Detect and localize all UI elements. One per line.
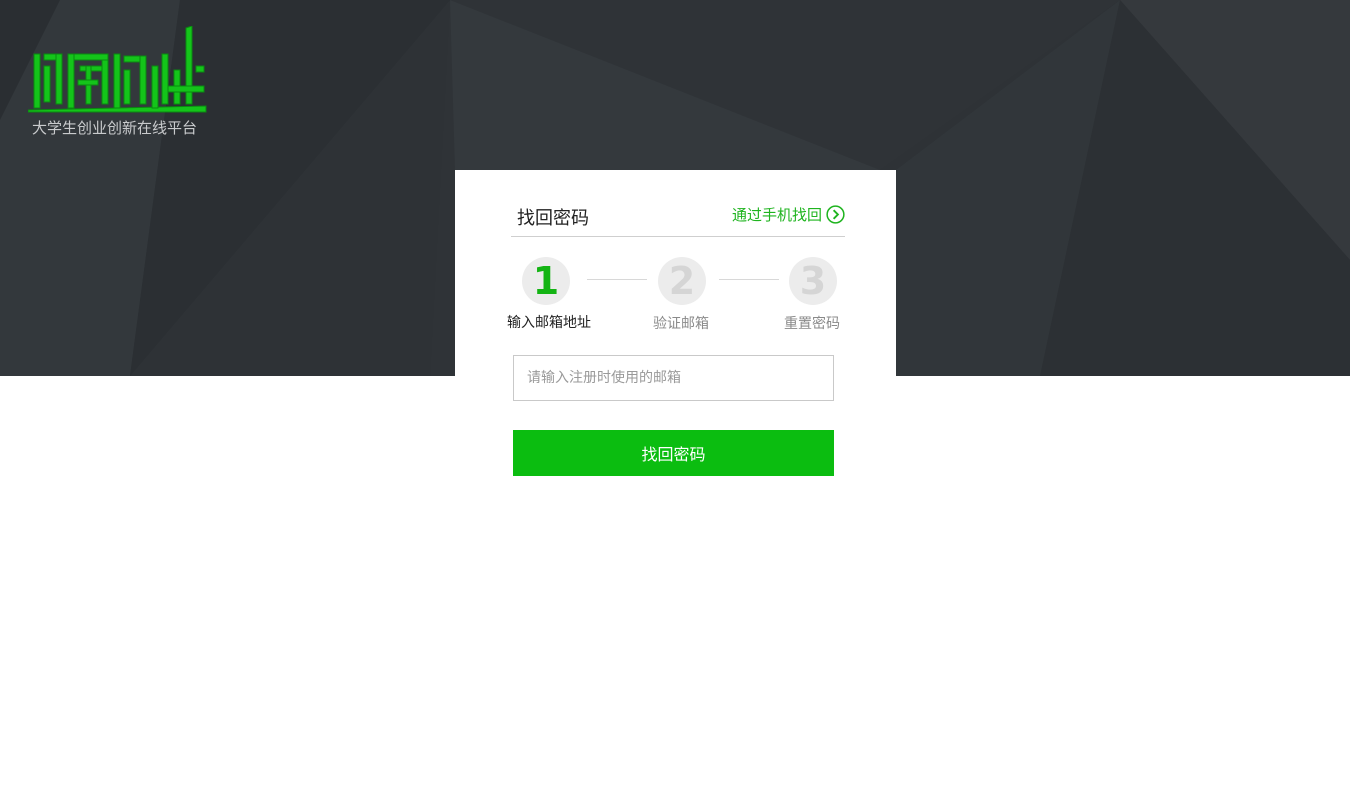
step-1-indicator: 1 (522, 257, 570, 305)
progress-steps: 1 2 3 输入邮箱地址 验证邮箱 重置密码 (455, 256, 896, 336)
brand-logo[interactable]: 大学生创业创新在线平台 (28, 26, 208, 138)
step-connector (587, 279, 647, 280)
recover-password-button[interactable]: 找回密码 (513, 430, 834, 476)
page-title: 找回密码 (517, 208, 589, 229)
chevron-right-circle-icon (826, 205, 845, 224)
step-3-indicator: 3 (789, 257, 837, 305)
step-connector (719, 279, 779, 280)
password-recovery-card: 找回密码 通过手机找回 1 2 3 输入邮箱地址 验证邮箱 重置密码 (455, 170, 896, 376)
step-2-indicator: 2 (658, 257, 706, 305)
brand-logo-icon (28, 26, 207, 113)
step-1-label: 输入邮箱地址 (507, 315, 591, 331)
step-2-label: 验证邮箱 (653, 316, 709, 332)
brand-slogan: 大学生创业创新在线平台 (32, 119, 198, 137)
email-input[interactable] (513, 355, 834, 401)
recover-by-phone-label: 通过手机找回 (731, 206, 822, 224)
card-header: 找回密码 通过手机找回 (511, 200, 845, 237)
step-3-label: 重置密码 (784, 316, 840, 332)
recover-by-phone-link[interactable]: 通过手机找回 (732, 204, 845, 225)
